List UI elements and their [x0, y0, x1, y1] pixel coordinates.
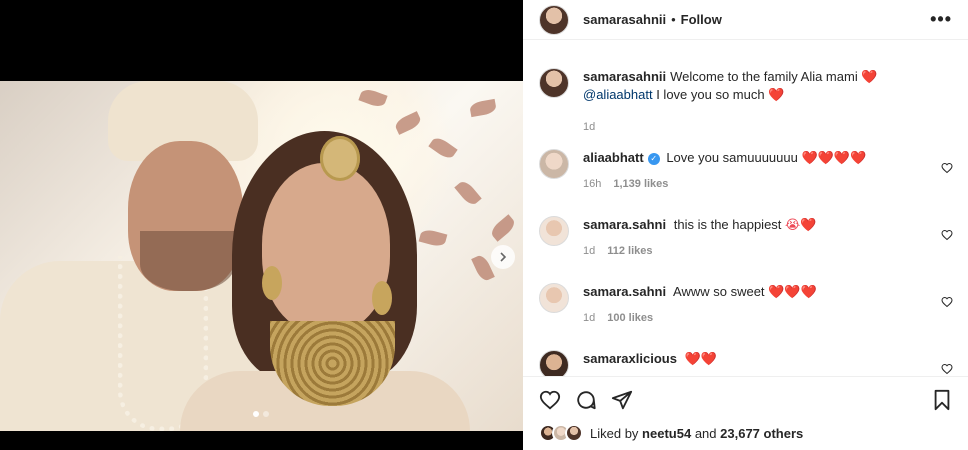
- follow-button[interactable]: Follow: [681, 12, 722, 27]
- comment-likes[interactable]: 100 likes: [607, 309, 653, 327]
- comment-emoji: ❤️❤️❤️❤️: [801, 150, 867, 165]
- liked-by-prefix: Liked by: [590, 425, 639, 441]
- paper-plane-icon: [611, 390, 633, 410]
- heart-icon: [539, 390, 561, 410]
- liked-by-connector: and: [694, 425, 717, 441]
- separator-bullet: •: [671, 12, 676, 27]
- timestamp[interactable]: 1d: [583, 242, 595, 260]
- earring: [372, 281, 392, 315]
- post-actions: Liked by neetu54 and 23,677 others: [523, 376, 968, 450]
- liker-avatars: [539, 424, 583, 442]
- comment-emoji: ❤️❤️: [684, 351, 717, 366]
- like-comment-heart-icon[interactable]: [941, 228, 953, 244]
- owner-username[interactable]: samarasahnii: [583, 12, 666, 27]
- avatar[interactable]: [539, 216, 569, 246]
- maang-tikka: [320, 136, 360, 181]
- post-photo[interactable]: [0, 81, 523, 431]
- comment-emoji: ❤️❤️❤️: [768, 284, 817, 299]
- comment-username[interactable]: samaraxlicious: [583, 351, 677, 366]
- like-comment-heart-icon[interactable]: [941, 362, 953, 376]
- caption-text: Welcome to the family Alia mami: [670, 69, 858, 84]
- liker-username[interactable]: neetu54: [642, 426, 691, 441]
- others-count-link[interactable]: 23,677 others: [720, 426, 803, 441]
- carousel-dot: [263, 411, 269, 417]
- share-button[interactable]: [611, 389, 633, 411]
- avatar[interactable]: [539, 149, 569, 179]
- caption-text-2: I love you so much: [656, 87, 765, 102]
- comment-text: Awww so sweet: [673, 284, 765, 299]
- avatar[interactable]: [539, 68, 569, 98]
- comment-button[interactable]: [575, 389, 597, 411]
- comment-item: samara.sahni Awww so sweet ❤️❤️❤️ 1d 100…: [539, 283, 959, 327]
- heart-emoji: ❤️: [861, 69, 878, 84]
- comment-likes[interactable]: 112 likes: [607, 242, 652, 260]
- comment-meta: 1d 100 likes: [583, 309, 923, 327]
- comment-bubble-icon: [577, 391, 596, 410]
- heart-emoji: ❤️: [768, 87, 785, 102]
- comment-meta: 16h 1,139 likes: [583, 175, 923, 193]
- like-post-button[interactable]: [539, 389, 561, 411]
- caption: samarasahnii Welcome to the family Alia m…: [539, 68, 959, 136]
- next-slide-button[interactable]: [491, 245, 515, 269]
- leaf-decoration: [418, 227, 448, 249]
- leaf-decoration: [468, 98, 498, 118]
- comment-emoji: 😭❤️: [785, 217, 817, 232]
- comment-text: Love you samuuuuuuu: [666, 150, 798, 165]
- comment-username[interactable]: aliaabhatt: [583, 150, 644, 165]
- like-comment-heart-icon[interactable]: [941, 295, 953, 311]
- carousel-dot: [253, 411, 259, 417]
- like-comment-heart-icon[interactable]: [941, 161, 953, 177]
- avatar[interactable]: [539, 283, 569, 313]
- verified-badge-icon: ✓: [647, 152, 660, 165]
- bride-face: [262, 163, 390, 333]
- caption-username[interactable]: samarasahnii: [583, 69, 666, 84]
- timestamp[interactable]: 16h: [583, 175, 601, 193]
- post-media: [0, 0, 523, 450]
- leaf-decoration: [454, 178, 482, 208]
- comment-item: aliaabhatt ✓ Love you samuuuuuuu ❤️❤️❤️❤️…: [539, 149, 959, 193]
- comment-item: samara.sahni this is the happiest 😭❤️ 1d…: [539, 216, 959, 260]
- comment-meta: 1d 112 likes: [583, 242, 923, 260]
- avatar[interactable]: [539, 350, 569, 376]
- earring: [262, 266, 282, 300]
- save-button[interactable]: [932, 389, 952, 411]
- timestamp[interactable]: 1d: [583, 118, 595, 136]
- timestamp[interactable]: 1d: [583, 309, 595, 327]
- avatar[interactable]: [565, 424, 583, 442]
- avatar[interactable]: [539, 4, 569, 35]
- comment-text: this is the happiest: [673, 217, 782, 232]
- carousel-indicator: [253, 411, 269, 417]
- comment-username[interactable]: samara.sahni: [583, 284, 666, 299]
- bookmark-icon: [934, 389, 950, 411]
- chevron-right-icon: [500, 252, 507, 262]
- comment-username[interactable]: samara.sahni: [583, 217, 666, 232]
- groom-beard: [140, 231, 235, 291]
- post-sidebar: samarasahnii • Follow ••• samarasahnii We…: [523, 0, 968, 450]
- post-header: samarasahnii • Follow •••: [523, 0, 968, 40]
- comment-item: samaraxlicious ❤️❤️: [539, 350, 959, 376]
- likes-summary: Liked by neetu54 and 23,677 others: [523, 423, 968, 443]
- more-options-icon[interactable]: •••: [930, 9, 952, 30]
- comments-list[interactable]: samarasahnii Welcome to the family Alia m…: [523, 56, 968, 376]
- mention-link[interactable]: @aliaabhatt: [583, 87, 653, 102]
- caption-meta: 1d: [583, 118, 923, 136]
- leaf-decoration: [488, 214, 518, 242]
- comment-likes[interactable]: 1,139 likes: [613, 175, 668, 193]
